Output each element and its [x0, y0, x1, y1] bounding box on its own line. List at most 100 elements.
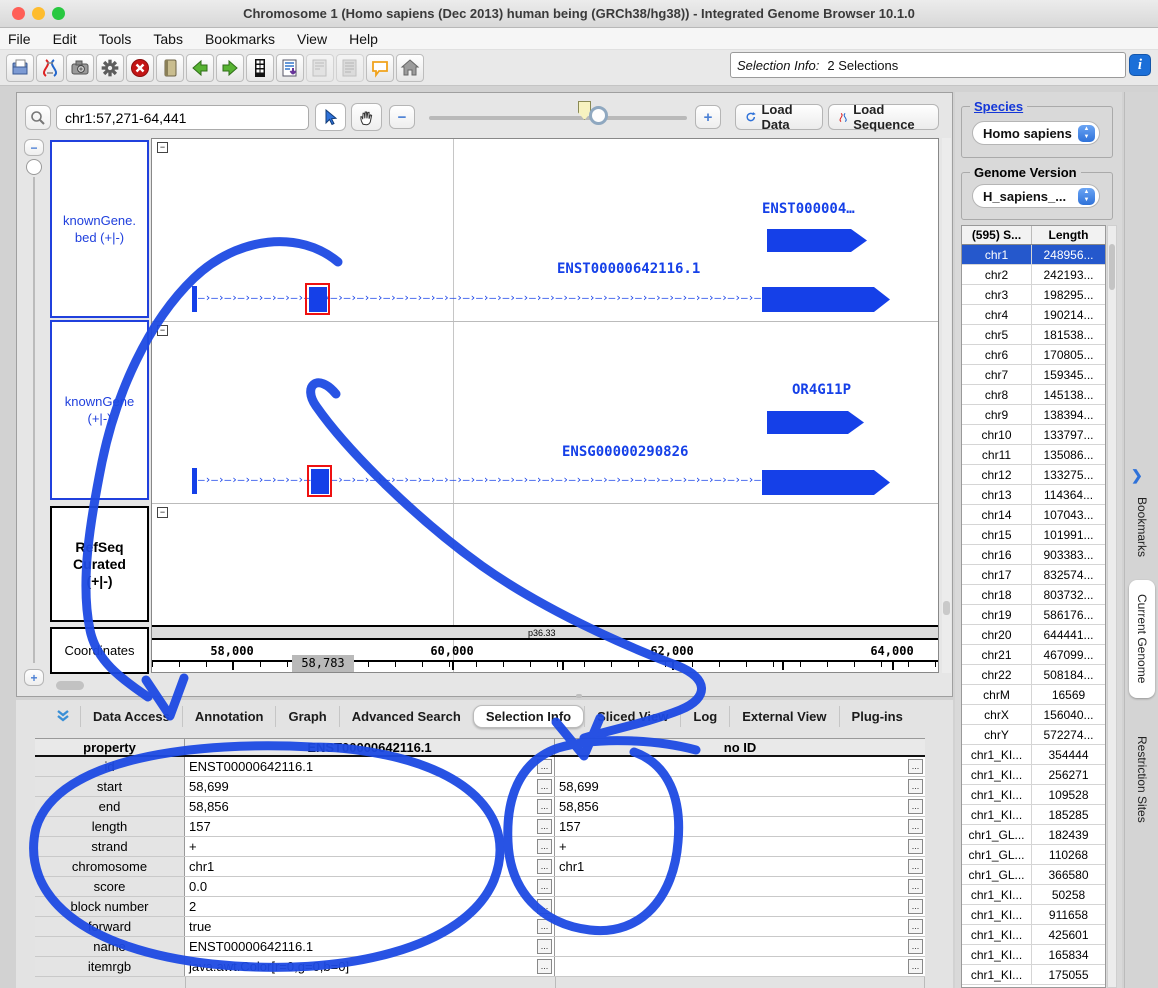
property-value-enst[interactable]: 58,856... [185, 797, 555, 816]
info-icon[interactable]: i [1129, 54, 1151, 76]
header-no-id[interactable]: no ID [555, 739, 925, 755]
chromosome-row-chry[interactable]: chrY572274... [962, 725, 1105, 745]
property-value-enst[interactable]: true... [185, 917, 555, 936]
chromosome-row-chr1-ki[interactable]: chr1_KI...911658 [962, 905, 1105, 925]
zoom-out-button[interactable]: − [389, 105, 415, 129]
track-view[interactable]: − ENST000004… ENST00000642116.1 –›–›–›–›… [151, 138, 939, 673]
property-name[interactable]: start [35, 777, 185, 796]
expand-value-button[interactable]: ... [908, 759, 923, 774]
gene-label-enst00000642116[interactable]: ENST00000642116.1 [557, 261, 700, 277]
property-name[interactable]: end [35, 797, 185, 816]
minimize-window-button[interactable] [32, 7, 45, 20]
expand-value-button[interactable]: ... [908, 819, 923, 834]
property-value-enst[interactable]: 2... [185, 897, 555, 916]
chromosome-row-chr5[interactable]: chr5181538... [962, 325, 1105, 345]
chromosome-table-scrollbar[interactable] [1107, 225, 1117, 988]
gene-label-enst000004[interactable]: ENST000004… [762, 201, 855, 217]
chromosome-row-chr1-gl[interactable]: chr1_GL...182439 [962, 825, 1105, 845]
gene-end-block-track2[interactable] [762, 470, 890, 495]
collapse-track3-button[interactable]: − [157, 507, 168, 518]
panel-splitter-handle[interactable] [576, 694, 582, 698]
camera-snapshot-button[interactable] [66, 54, 94, 82]
tab-data-access[interactable]: Data Access [80, 706, 182, 727]
chromosome-row-chr20[interactable]: chr20644441... [962, 625, 1105, 645]
back-button[interactable] [186, 54, 214, 82]
chromosome-row-chr18[interactable]: chr18803732... [962, 585, 1105, 605]
property-value-no-id[interactable]: ... [555, 917, 925, 936]
species-link[interactable]: Species [970, 99, 1027, 114]
property-value-enst[interactable]: 0.0... [185, 877, 555, 896]
gene-end-block-track1[interactable] [762, 287, 890, 312]
expand-value-button[interactable]: ... [537, 959, 552, 974]
tab-annotation[interactable]: Annotation [182, 706, 276, 727]
property-value-no-id[interactable]: 58,856... [555, 797, 925, 816]
property-value-no-id[interactable]: ... [555, 937, 925, 956]
property-name[interactable]: strand [35, 837, 185, 856]
pan-tool-button[interactable] [351, 103, 382, 131]
expand-value-button[interactable]: ... [908, 939, 923, 954]
expand-side-panel-icon[interactable]: ❯ [1131, 467, 1143, 484]
chromosome-row-chrm[interactable]: chrM16569 [962, 685, 1105, 705]
arrow-tool-button[interactable] [315, 103, 346, 131]
location-input[interactable] [56, 105, 309, 130]
gene-block-or4g11p[interactable] [767, 411, 864, 434]
menu-view[interactable]: View [297, 31, 327, 47]
filmstrip-button[interactable] [246, 54, 274, 82]
expand-value-button[interactable]: ... [537, 899, 552, 914]
horizontal-scrollbar-thumb[interactable] [56, 681, 84, 690]
chromosome-row-chr1-ki[interactable]: chr1_KI...425601 [962, 925, 1105, 945]
tab-graph[interactable]: Graph [275, 706, 338, 727]
property-value-enst[interactable]: ENST00000642116.1... [185, 937, 555, 956]
menu-edit[interactable]: Edit [53, 31, 77, 47]
expand-value-button[interactable]: ... [537, 859, 552, 874]
open-file-button[interactable] [6, 54, 34, 82]
track-label-refseq-curated[interactable]: RefSeqCurated(+|-) [50, 506, 149, 622]
genome-version-dropdown[interactable]: H_sapiens_... ▲▼ [972, 184, 1100, 208]
chromosome-row-chr21[interactable]: chr21467099... [962, 645, 1105, 665]
property-value-no-id[interactable]: ... [555, 957, 925, 976]
header-length[interactable]: Length [1032, 226, 1105, 244]
property-value-no-id[interactable]: ... [555, 877, 925, 896]
tab-advanced-search[interactable]: Advanced Search [339, 706, 473, 727]
expand-value-button[interactable]: ... [908, 919, 923, 934]
property-value-enst[interactable]: 58,699... [185, 777, 555, 796]
expand-value-button[interactable]: ... [908, 879, 923, 894]
chromosome-row-chr8[interactable]: chr8145138... [962, 385, 1105, 405]
property-value-enst[interactable]: 157... [185, 817, 555, 836]
chromosome-row-chr16[interactable]: chr16903383... [962, 545, 1105, 565]
property-name[interactable]: score [35, 877, 185, 896]
chromosome-row-chr12[interactable]: chr12133275... [962, 465, 1105, 485]
chromosome-row-chr1-ki[interactable]: chr1_KI...256271 [962, 765, 1105, 785]
dna-preferences-button[interactable] [36, 54, 64, 82]
chromosome-row-chr15[interactable]: chr15101991... [962, 525, 1105, 545]
chromosome-row-chr2[interactable]: chr2242193... [962, 265, 1105, 285]
property-name[interactable]: itemrgb [35, 957, 185, 976]
stop-button[interactable] [126, 54, 154, 82]
species-dropdown[interactable]: Homo sapiens ▲▼ [972, 121, 1100, 145]
feedback-bubble-button[interactable] [366, 54, 394, 82]
property-value-no-id[interactable]: ... [555, 897, 925, 916]
home-button[interactable] [396, 54, 424, 82]
track-label-knowngene-bed[interactable]: knownGene.bed (+|-) [50, 140, 149, 318]
chromosome-row-chr22[interactable]: chr22508184... [962, 665, 1105, 685]
chromosome-row-chr6[interactable]: chr6170805... [962, 345, 1105, 365]
expand-value-button[interactable]: ... [908, 779, 923, 794]
property-value-no-id[interactable]: 58,699... [555, 777, 925, 796]
chromosome-row-chr7[interactable]: chr7159345... [962, 365, 1105, 385]
gene-label-ensg00000290826[interactable]: ENSG00000290826 [562, 444, 688, 460]
property-name[interactable]: name [35, 937, 185, 956]
header-sequence[interactable]: (595) S... [962, 226, 1032, 244]
property-value-enst[interactable]: chr1... [185, 857, 555, 876]
expand-value-button[interactable]: ... [908, 899, 923, 914]
search-mode-button[interactable] [25, 105, 51, 130]
property-name[interactable]: chromosome [35, 857, 185, 876]
property-name[interactable]: block number [35, 897, 185, 916]
maximize-window-button[interactable] [52, 7, 65, 20]
menu-tabs[interactable]: Tabs [153, 31, 183, 47]
side-tab-current-genome[interactable]: Current Genome [1129, 580, 1155, 698]
property-name[interactable]: id [35, 757, 185, 776]
forward-button[interactable] [216, 54, 244, 82]
chromosome-row-chr3[interactable]: chr3198295... [962, 285, 1105, 305]
chromosome-row-chr13[interactable]: chr13114364... [962, 485, 1105, 505]
tab-external-view[interactable]: External View [729, 706, 838, 727]
